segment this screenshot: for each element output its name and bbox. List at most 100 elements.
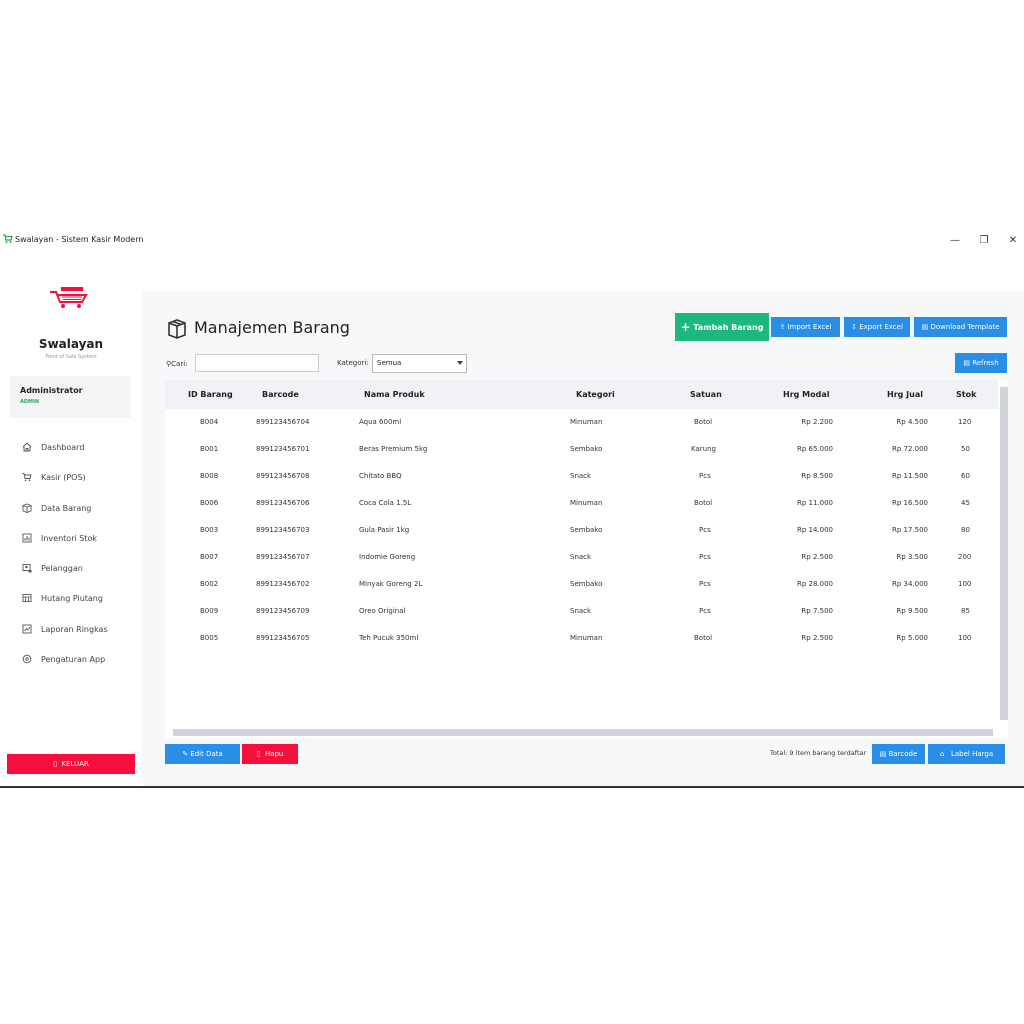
table-row[interactable]: B007 899123456707 Indomie Goreng Snack P… xyxy=(165,544,998,571)
store-logo-icon xyxy=(50,287,88,308)
download-template-label: Download Template xyxy=(930,323,1000,331)
user-role-badge: ADMIN xyxy=(20,399,40,405)
download-icon: ⇩ xyxy=(851,323,857,331)
delete-button[interactable]: ▯ Hapu xyxy=(242,744,298,764)
export-excel-button[interactable]: ⇩ Export Excel xyxy=(844,317,910,337)
home-icon xyxy=(22,442,32,452)
table-row[interactable]: B004 899123456704 Aqua 600ml Minuman Bot… xyxy=(165,409,998,436)
category-selected-value: Semua xyxy=(377,359,402,367)
close-button[interactable]: ✕ xyxy=(1004,232,1022,250)
cart-icon xyxy=(22,473,32,482)
user-card: Administrator ADMIN xyxy=(10,376,131,418)
window-titlebar: Swalayan - Sistem Kasir Modern — ❐ ✕ xyxy=(0,230,1024,252)
horizontal-scrollbar[interactable] xyxy=(173,729,993,736)
download-template-button[interactable]: ▤ Download Template xyxy=(914,317,1007,337)
column-header-stok[interactable]: Stok xyxy=(956,390,976,399)
tag-icon: ⌂ xyxy=(939,750,945,758)
edit-data-label: Edit Data xyxy=(190,750,223,758)
trash-icon: ▯ xyxy=(53,760,58,768)
sidebar-item-label: Pelanggan xyxy=(41,564,83,574)
sidebar-item-label: Hutang Piutang xyxy=(41,594,103,604)
add-item-label: Tambah Barang xyxy=(693,323,764,332)
minimize-button[interactable]: — xyxy=(946,232,964,250)
report-icon xyxy=(22,624,32,634)
sidebar-item-label: Laporan Ringkas xyxy=(41,624,108,634)
box-icon xyxy=(168,319,186,339)
logout-button[interactable]: ▯ KELUAR xyxy=(7,754,135,774)
document-icon: ▤ xyxy=(921,323,929,331)
table-row[interactable]: B001 899123456701 Beras Premium 5kg Semb… xyxy=(165,436,998,463)
restore-button[interactable]: ❐ xyxy=(975,232,993,250)
table-row[interactable]: B005 899123456705 Teh Pucuk 350ml Minuma… xyxy=(165,625,998,652)
upload-icon: ⇪ xyxy=(779,323,786,331)
refresh-label: Refresh xyxy=(972,359,999,367)
items-table: ID Barang Barcode Nama Produk Kategori S… xyxy=(165,380,1008,738)
cart-app-icon xyxy=(3,234,13,243)
label-harga-label: Label Harga xyxy=(950,750,994,758)
column-header-kategori[interactable]: Kategori xyxy=(576,390,615,399)
page-title: Manajemen Barang xyxy=(194,318,350,337)
table-row[interactable]: B002 899123456702 Minyak Goreng 2L Semba… xyxy=(165,571,998,598)
category-label: Kategori: xyxy=(337,359,369,367)
sidebar-item-dashboard[interactable]: Dashboard xyxy=(0,438,142,468)
sidebar-item-label: Dashboard xyxy=(41,443,85,452)
refresh-button[interactable]: ▤ Refresh xyxy=(955,353,1007,373)
import-excel-label: Import Excel xyxy=(787,323,832,331)
category-select[interactable]: Semua xyxy=(372,354,467,373)
barcode-button[interactable]: ▤ Barcode xyxy=(872,744,925,764)
search-input[interactable] xyxy=(195,354,319,372)
sidebar-item-kasir[interactable]: Kasir (POS) xyxy=(0,468,142,498)
brand-tagline: Point of Sale System xyxy=(45,354,97,360)
table-header: ID Barang Barcode Nama Produk Kategori S… xyxy=(165,380,998,409)
app-window: Swalayan Point of Sale System Administra… xyxy=(0,279,1024,787)
add-item-button[interactable]: + Tambah Barang xyxy=(675,313,769,341)
window-bottom-border xyxy=(0,786,1024,788)
edit-data-button[interactable]: ✎ Edit Data xyxy=(165,744,240,764)
sidebar-item-pengaturan[interactable]: Pengaturan App xyxy=(0,650,142,680)
column-header-satuan[interactable]: Satuan xyxy=(690,390,722,399)
sidebar-item-hutang-piutang[interactable]: Hutang Piutang xyxy=(0,589,142,619)
chevron-down-icon xyxy=(457,361,463,365)
vertical-scrollbar[interactable] xyxy=(1000,387,1008,720)
table-row[interactable]: B009 899123456709 Oreo Original Snack Pc… xyxy=(165,598,998,625)
sidebar-item-laporan[interactable]: Laporan Ringkas xyxy=(0,620,142,650)
box-icon xyxy=(22,503,32,513)
pencil-icon: ✎ xyxy=(182,750,189,758)
sidebar: Swalayan Point of Sale System Administra… xyxy=(0,279,142,787)
sidebar-item-pelanggan[interactable]: Pelanggan xyxy=(0,559,142,589)
refresh-icon: ▤ xyxy=(963,359,970,367)
ledger-icon xyxy=(22,594,32,603)
search-label: ⚲Cari: xyxy=(166,360,188,368)
window-title: Swalayan - Sistem Kasir Modern xyxy=(15,235,144,244)
sidebar-item-label: Inventori Stok xyxy=(41,533,97,543)
export-excel-label: Export Excel xyxy=(859,323,903,331)
sidebar-item-label: Pengaturan App xyxy=(41,655,106,665)
sidebar-item-data-barang[interactable]: Data Barang xyxy=(0,499,142,529)
column-header-hrg-jual[interactable]: Hrg Jual xyxy=(887,390,923,399)
settings-icon xyxy=(22,654,32,664)
main-panel: Manajemen Barang + Tambah Barang ⇪ Impor… xyxy=(142,291,1024,787)
delete-label: Hapu xyxy=(264,750,284,758)
sidebar-item-label: Data Barang xyxy=(41,503,92,513)
plus-icon: + xyxy=(680,320,691,334)
table-row[interactable]: B006 899123456706 Coca Cola 1.5L Minuman… xyxy=(165,490,998,517)
total-items-text: Total: 9 item barang terdaftar xyxy=(770,749,867,757)
barcode-icon: ▤ xyxy=(879,750,887,758)
column-header-id[interactable]: ID Barang xyxy=(188,390,233,399)
trash-icon: ▯ xyxy=(256,750,261,758)
column-header-barcode[interactable]: Barcode xyxy=(262,390,299,399)
label-harga-button[interactable]: ⌂ Label Harga xyxy=(928,744,1005,764)
column-header-nama[interactable]: Nama Produk xyxy=(364,390,425,399)
barcode-label: Barcode xyxy=(888,750,918,758)
sidebar-item-label: Kasir (POS) xyxy=(41,473,86,483)
chart-icon xyxy=(22,533,32,543)
customer-icon xyxy=(22,564,32,573)
logout-label: KELUAR xyxy=(61,760,89,768)
sidebar-item-inventori[interactable]: Inventori Stok xyxy=(0,529,142,559)
table-row[interactable]: B003 899123456703 Gula Pasir 1kg Sembako… xyxy=(165,517,998,544)
column-header-hrg-modal[interactable]: Hrg Modal xyxy=(783,390,829,399)
user-name: Administrator xyxy=(20,386,83,395)
table-row[interactable]: B008 899123456708 Chitato BBQ Snack Pcs … xyxy=(165,463,998,490)
sidebar-nav: Dashboard Kasir (POS) Data Barang Invent… xyxy=(0,438,142,680)
import-excel-button[interactable]: ⇪ Import Excel xyxy=(771,317,840,337)
